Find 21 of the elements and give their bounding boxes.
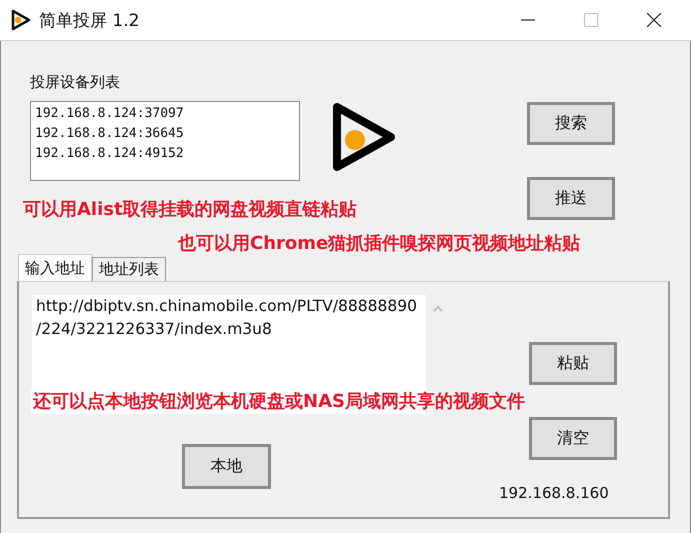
ip-address: 192.168.8.160: [499, 484, 610, 502]
action-button[interactable]: 推送: [527, 177, 615, 220]
device-item[interactable]: 192.168.8.124:37097: [35, 104, 295, 124]
device-list[interactable]: 192.168.8.124:37097 192.168.8.124:36645 192.168.8.124:49152: [30, 101, 300, 181]
annotation-text: 也可以用Chrome猫抓插件嗅探网页视频地址粘贴: [178, 232, 580, 255]
play-icon: [331, 101, 397, 173]
local-button[interactable]: 本地: [182, 444, 271, 489]
window-title: 简单投屏 1.2: [39, 10, 140, 32]
device-item[interactable]: 192.168.8.124:49152: [35, 144, 295, 164]
action-button[interactable]: 粘贴: [529, 342, 617, 385]
tab[interactable]: 地址列表: [92, 257, 166, 281]
annotation-text: 还可以点本地按钮浏览本机硬盘或NAS局域网共享的视频文件: [31, 389, 525, 414]
url-field[interactable]: http://dbiptv.sn.chinamobile.com/PLTV/88888890/224/3221226337/index.m3u8: [32, 295, 426, 389]
device-list-label: 投屏设备列表: [30, 72, 121, 92]
close-icon[interactable]: [647, 13, 661, 27]
device-item[interactable]: 192.168.8.124:36645: [35, 124, 295, 144]
tab[interactable]: 输入地址: [18, 254, 92, 281]
action-button[interactable]: 清空: [529, 417, 617, 460]
play-icon: [10, 8, 32, 32]
annotation-text: 可以用Alist取得挂载的网盘视频直链粘贴: [23, 198, 357, 221]
action-button[interactable]: 搜索: [527, 102, 615, 145]
